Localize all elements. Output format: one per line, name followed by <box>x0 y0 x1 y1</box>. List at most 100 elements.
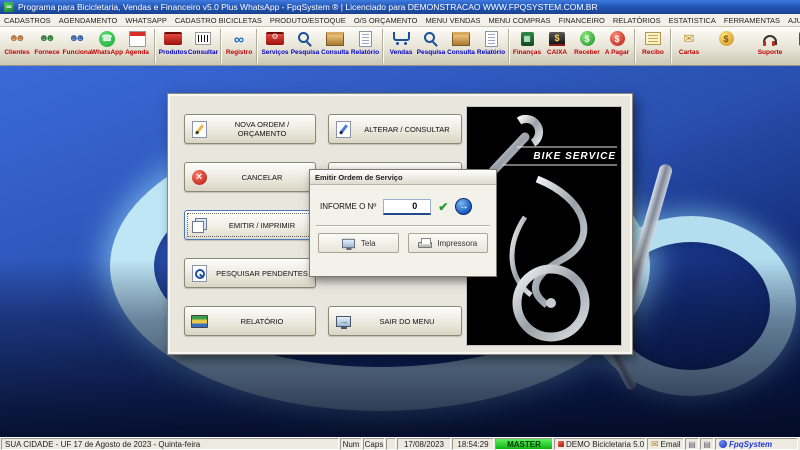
toolbar: Clientes Fornece Funciona WhatsApp Agend… <box>0 27 800 66</box>
grid-icon <box>688 440 696 449</box>
grid-icon <box>703 440 711 449</box>
menu-estatistica[interactable]: ESTATISTICA <box>665 15 720 26</box>
company-icon <box>558 441 564 447</box>
status-date: 17/08/2023 <box>397 438 451 450</box>
toolbar-button-clientes[interactable]: Clientes <box>2 28 32 65</box>
menu-cadastro-bicicletas[interactable]: CADASTRO BICICLETAS <box>171 15 266 26</box>
status-spacer <box>386 438 396 450</box>
bicycle-icon <box>226 29 252 48</box>
toolbar-button-pesquisa-os[interactable]: Pesquisa <box>290 28 320 65</box>
nova-ordem-button[interactable]: NOVA ORDEM / ORÇAMENTO <box>184 114 316 144</box>
toolbar-button-relatorio-os[interactable]: Relatório <box>350 28 380 65</box>
confirm-check-icon[interactable] <box>438 201 448 213</box>
status-email-button[interactable]: Email <box>647 438 684 450</box>
toolbar-button-agenda[interactable]: Agenda <box>122 28 152 65</box>
toolbar-button-caixa[interactable]: CAIXA <box>542 28 572 65</box>
menu-relatorios[interactable]: RELATÓRIOS <box>609 15 665 26</box>
impressora-button[interactable]: Impressora <box>408 233 489 253</box>
os-number-input[interactable] <box>383 199 431 215</box>
toolbar-separator <box>219 29 223 63</box>
status-mini-button-2[interactable] <box>700 438 714 450</box>
toolbar-button-consulta-os[interactable]: Consulta <box>320 28 350 65</box>
emitir-os-modal: Emitir Ordem de Serviço INFORME O Nº Tel… <box>309 169 497 277</box>
report-icon <box>478 29 504 48</box>
status-mini-button-1[interactable] <box>685 438 699 450</box>
employees-icon <box>64 29 90 48</box>
menu-agendamento[interactable]: AGENDAMENTO <box>55 15 122 26</box>
toolbar-button-suporte[interactable]: Suporte <box>755 28 785 65</box>
toolbar-button-financas[interactable]: Finanças <box>512 28 542 65</box>
receive-dollar-icon <box>574 29 600 48</box>
toolbar-button-fornecedores[interactable]: Fornece <box>32 28 62 65</box>
modal-titlebar: Emitir Ordem de Serviço <box>310 170 496 185</box>
status-time: 18:54:29 <box>452 438 494 450</box>
toolbar-button-cartas[interactable]: Cartas <box>674 28 704 65</box>
go-arrow-button[interactable] <box>455 198 472 215</box>
status-company: DEMO Bicicletaria 5.0 <box>554 438 646 450</box>
pay-dollar-icon <box>604 29 630 48</box>
titlebar: Programa para Bicicletaria, Vendas e Fin… <box>0 0 800 14</box>
menu-whatsapp[interactable]: WHATSAPP <box>121 15 171 26</box>
alterar-consultar-button[interactable]: ALTERAR / CONSULTAR <box>328 114 462 144</box>
toolbar-button-pesquisa-vendas[interactable]: Pesquisa <box>416 28 446 65</box>
clients-icon <box>4 29 30 48</box>
tela-button[interactable]: Tela <box>318 233 399 253</box>
cash-register-icon <box>544 29 570 48</box>
toolbar-button-funcionarios[interactable]: Funciona <box>62 28 92 65</box>
toolbar-button-apagar[interactable]: A Pagar <box>602 28 632 65</box>
toolbar-button-receber[interactable]: Receber <box>572 28 602 65</box>
toolbar-separator <box>507 29 511 63</box>
status-num-lock: Num <box>340 438 362 450</box>
toolbar-button-consulta-vendas[interactable]: Consulta <box>446 28 476 65</box>
report-icon <box>352 29 378 48</box>
support-headset-icon <box>757 29 783 48</box>
letters-icon <box>676 29 702 48</box>
toolbar-button-recibo[interactable]: Recibo <box>638 28 668 65</box>
toolbar-button-produtos[interactable]: Produtos <box>158 28 188 65</box>
bicycle-icon <box>4 2 14 12</box>
cancelar-button[interactable]: CANCELAR <box>184 162 316 192</box>
calendar-icon <box>124 29 150 48</box>
menu-menu-compras[interactable]: MENU COMPRAS <box>484 15 554 26</box>
products-toolbox-icon <box>160 29 186 48</box>
search-icon <box>418 29 444 48</box>
toolbar-button-whatsapp[interactable]: WhatsApp <box>92 28 122 65</box>
menu-cadastros[interactable]: CADASTROS <box>0 15 55 26</box>
toolbar-button-sair[interactable] <box>792 28 800 65</box>
menu-ferramentas[interactable]: FERRAMENTAS <box>720 15 784 26</box>
toolbar-button-moedas[interactable] <box>711 28 741 65</box>
menu-financeiro[interactable]: FINANCEIRO <box>555 15 609 26</box>
whatsapp-icon <box>94 29 120 48</box>
toolbar-button-vendas[interactable]: Vendas <box>386 28 416 65</box>
sair-do-menu-button[interactable]: SAIR DO MENU <box>328 306 462 336</box>
coin-icon <box>713 29 739 48</box>
menubar: CADASTROS AGENDAMENTO WHATSAPP CADASTRO … <box>0 14 800 27</box>
main-area: NOVA ORDEM / ORÇAMENTO ALTERAR / CONSULT… <box>0 66 800 437</box>
menu-menu-vendas[interactable]: MENU VENDAS <box>421 15 484 26</box>
pesquisar-pendentes-button[interactable]: PESQUISAR PENDENTES <box>184 258 316 288</box>
print-pages-icon <box>185 218 213 233</box>
status-location: SUA CIDADE - UF 17 de Agosto de 2023 - Q… <box>1 438 339 450</box>
statusbar: SUA CIDADE - UF 17 de Agosto de 2023 - Q… <box>0 437 800 450</box>
toolbar-separator <box>633 29 637 63</box>
modal-input-row: INFORME O Nº <box>310 185 496 215</box>
relatorio-button[interactable]: RELATÓRIO <box>184 306 316 336</box>
toolbar-separator <box>381 29 385 63</box>
menu-os-orcamento[interactable]: O/S ORÇAMENTO <box>350 15 422 26</box>
status-user-badge: MASTER <box>495 438 553 450</box>
box-icon <box>322 29 348 48</box>
toolbar-separator <box>669 29 673 63</box>
toolbar-button-consultar[interactable]: Consultar <box>188 28 218 65</box>
barcode-icon <box>190 29 216 48</box>
menu-produto-estoque[interactable]: PRODUTO/ESTOQUE <box>266 15 350 26</box>
informe-numero-label: INFORME O Nº <box>320 202 376 211</box>
cancel-icon <box>185 170 213 185</box>
emitir-imprimir-button[interactable]: EMITIR / IMPRIMIR <box>184 210 316 240</box>
services-toolbox-icon <box>262 29 288 48</box>
toolbar-button-relatorio-vendas[interactable]: Relatório <box>476 28 506 65</box>
fpqsystem-logo-icon <box>719 440 727 448</box>
modal-buttons-row: Tela Impressora <box>310 227 496 253</box>
menu-ajuda[interactable]: AJUDA <box>784 15 800 26</box>
toolbar-button-registro[interactable]: Registro <box>224 28 254 65</box>
toolbar-button-servicos[interactable]: Serviços <box>260 28 290 65</box>
